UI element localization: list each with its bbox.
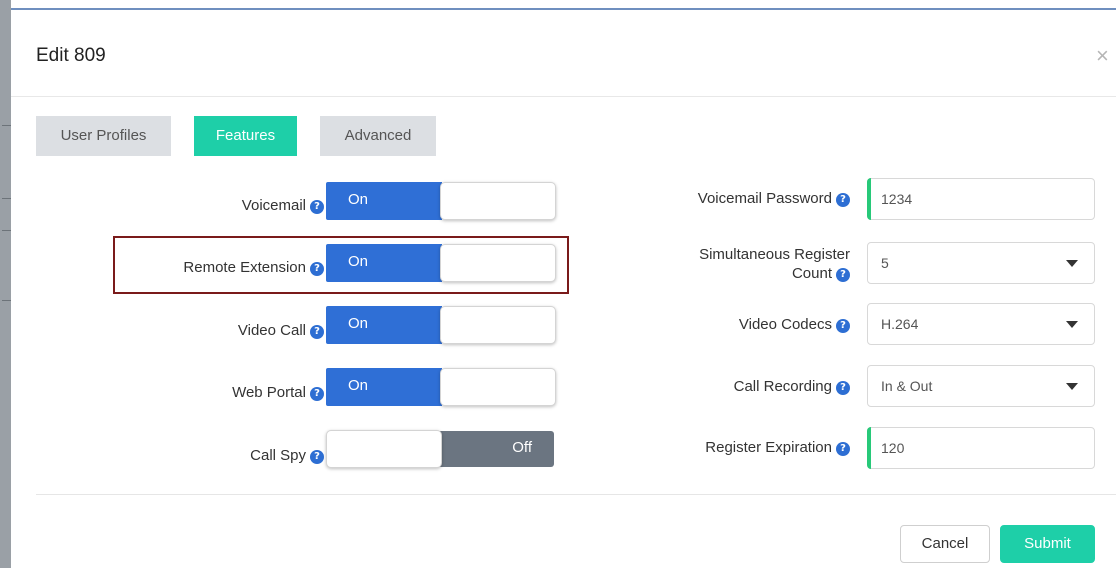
help-icon[interactable]: ? <box>310 450 324 464</box>
voicemail-password-label-text: Voicemail Password <box>697 190 832 207</box>
header-divider <box>11 96 1116 97</box>
video-codecs-label: Video Codecs? <box>739 316 850 333</box>
background-page-edge <box>0 0 11 568</box>
submit-button[interactable]: Submit <box>1000 525 1095 563</box>
simultaneous-register-count-select[interactable]: 5 <box>867 242 1095 284</box>
chevron-down-icon <box>1066 260 1078 267</box>
help-icon[interactable]: ? <box>836 442 850 456</box>
help-icon[interactable]: ? <box>310 325 324 339</box>
background-fragment <box>2 300 11 301</box>
video-codecs-select[interactable]: H.264 <box>867 303 1095 345</box>
call-recording-select[interactable]: In & Out <box>867 365 1095 407</box>
web-portal-toggle[interactable]: On <box>326 368 556 406</box>
call-recording-label: Call Recording? <box>734 378 850 395</box>
video-codecs-label-text: Video Codecs <box>738 316 832 333</box>
register-expiration-label-text: Register Expiration <box>705 439 832 456</box>
edit-extension-modal: Edit 809 × User Profiles Features Advanc… <box>11 8 1116 568</box>
simultaneous-register-count-label-line1: Simultaneous Register <box>699 246 850 263</box>
chevron-down-icon <box>1066 383 1078 390</box>
video-call-toggle[interactable]: On <box>326 306 556 344</box>
toggle-knob <box>326 430 442 468</box>
voicemail-label: Voicemail? <box>242 197 324 214</box>
background-fragment <box>2 125 11 126</box>
chevron-down-icon <box>1066 321 1078 328</box>
help-icon[interactable]: ? <box>836 268 850 282</box>
video-call-label: Video Call? <box>238 322 324 339</box>
voicemail-password-label: Voicemail Password? <box>698 190 850 207</box>
toggle-state-label: On <box>326 306 442 344</box>
help-icon[interactable]: ? <box>836 381 850 395</box>
toggle-knob <box>440 182 556 220</box>
voicemail-toggle[interactable]: On <box>326 182 556 220</box>
select-value: H.264 <box>881 316 919 332</box>
web-portal-label-text: Web Portal <box>232 384 306 401</box>
register-expiration-label: Register Expiration? <box>705 439 850 456</box>
tab-advanced[interactable]: Advanced <box>320 116 436 156</box>
call-recording-label-text: Call Recording <box>733 378 832 395</box>
background-fragment <box>2 230 11 231</box>
web-portal-label: Web Portal? <box>232 384 324 401</box>
toggle-state-label: Off <box>440 431 554 467</box>
toggle-knob <box>440 368 556 406</box>
call-spy-toggle[interactable]: Off <box>326 430 556 468</box>
background-fragment <box>2 198 11 199</box>
help-icon[interactable]: ? <box>310 387 324 401</box>
call-spy-label: Call Spy? <box>250 447 324 464</box>
cancel-button[interactable]: Cancel <box>900 525 990 563</box>
simultaneous-register-count-label-line2: Count <box>791 265 832 282</box>
select-value: In & Out <box>881 378 933 394</box>
tab-user-profiles[interactable]: User Profiles <box>36 116 171 156</box>
simultaneous-register-count-label: Simultaneous Register Count? <box>699 245 850 283</box>
highlight-box <box>113 236 569 294</box>
tab-features[interactable]: Features <box>194 116 297 156</box>
voicemail-label-text: Voicemail <box>241 197 306 214</box>
register-expiration-input[interactable]: 120 <box>867 427 1095 469</box>
video-call-label-text: Video Call <box>237 322 306 339</box>
toggle-state-label: On <box>326 182 442 220</box>
footer-divider <box>36 494 1116 495</box>
select-value: 5 <box>881 255 889 271</box>
voicemail-password-input[interactable]: 1234 <box>867 178 1095 220</box>
call-spy-label-text: Call Spy <box>250 447 306 464</box>
modal-title: Edit 809 <box>36 45 106 66</box>
help-icon[interactable]: ? <box>310 200 324 214</box>
help-icon[interactable]: ? <box>836 193 850 207</box>
toggle-knob <box>440 306 556 344</box>
close-icon[interactable]: × <box>1096 45 1109 67</box>
toggle-state-label: On <box>326 368 442 406</box>
help-icon[interactable]: ? <box>836 319 850 333</box>
